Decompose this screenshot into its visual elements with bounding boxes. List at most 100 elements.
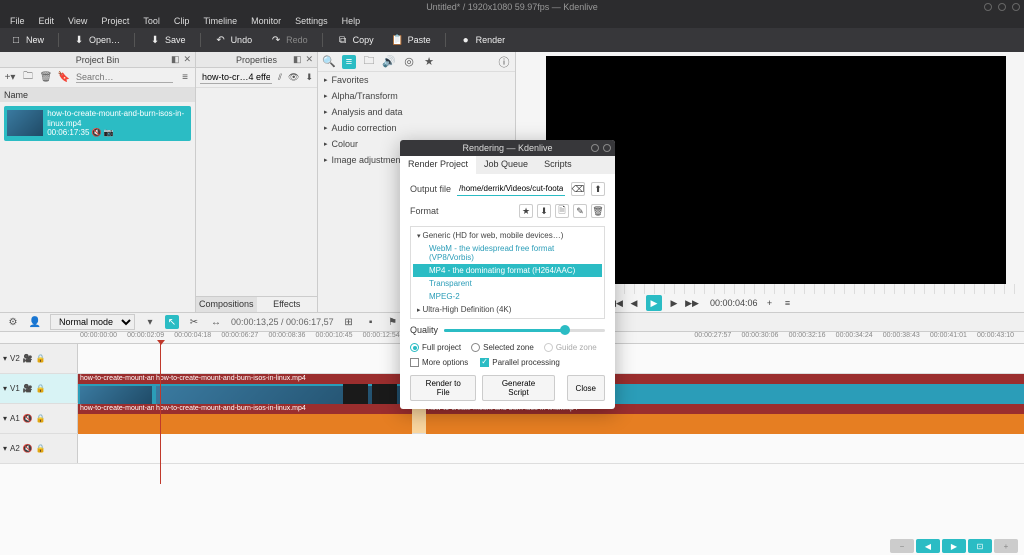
redo-button[interactable]: ↷Redo xyxy=(266,32,312,48)
timeline-audio-clip[interactable]: how-to-create-mount-and-burn-isos-in-lin… xyxy=(78,404,154,414)
format-item-transparent[interactable]: Transparent xyxy=(413,277,602,290)
track-collapse-icon[interactable]: ▾ xyxy=(3,384,7,393)
mute-icon[interactable]: 🔇 xyxy=(23,444,33,454)
maximize-icon[interactable] xyxy=(998,3,1006,11)
output-file-input[interactable] xyxy=(457,182,565,196)
tab-compositions[interactable]: Compositions xyxy=(196,296,257,312)
monitor-timecode[interactable]: 00:00:04:06 xyxy=(710,298,758,308)
delete-icon[interactable]: 🗑 xyxy=(40,72,52,84)
lock-icon[interactable]: 🔒 xyxy=(36,384,46,394)
star-icon[interactable]: ★ xyxy=(519,204,533,218)
tab-job-queue[interactable]: Job Queue xyxy=(476,156,536,174)
format-category[interactable]: Generic (HD for web, mobile devices…) xyxy=(413,229,602,242)
track-collapse-icon[interactable]: ▾ xyxy=(3,414,7,423)
backspace-icon[interactable]: ⌫ xyxy=(571,182,585,196)
audio-icon[interactable]: 🔊 xyxy=(382,55,396,69)
next-frame-icon[interactable]: ▶ xyxy=(668,297,680,309)
menu-view[interactable]: View xyxy=(68,16,87,26)
save-preset-icon[interactable]: 🗎 xyxy=(555,204,569,218)
playhead[interactable] xyxy=(160,344,161,484)
menu-icon[interactable]: ≡ xyxy=(179,72,191,84)
copy-button[interactable]: ⧉Copy xyxy=(333,32,378,48)
fit-icon[interactable]: ⊡ xyxy=(968,539,992,553)
chevron-down-icon[interactable]: ▾ xyxy=(143,315,157,329)
bin-search-input[interactable] xyxy=(76,72,173,83)
edit-mode-select[interactable]: Normal mode xyxy=(50,314,135,330)
format-item-mp4[interactable]: MP4 - the dominating format (H264/AAC) xyxy=(413,264,602,277)
track-collapse-icon[interactable]: ▾ xyxy=(3,354,7,363)
menu-project[interactable]: Project xyxy=(101,16,129,26)
star-icon[interactable]: ★ xyxy=(422,55,436,69)
flag-icon[interactable]: ⚑ xyxy=(386,315,400,329)
undo-button[interactable]: ↶Undo xyxy=(211,32,257,48)
menu-file[interactable]: File xyxy=(10,16,25,26)
save-fx-icon[interactable]: ⬇ xyxy=(305,72,313,83)
folder-icon[interactable]: 🗀 xyxy=(362,55,376,69)
fx-cat-audio[interactable]: Audio correction xyxy=(318,120,515,136)
check-parallel[interactable]: Parallel processing xyxy=(480,358,560,367)
tab-effects[interactable]: Effects xyxy=(257,296,318,312)
timeline-clip[interactable]: how-to-create-mount-and-burn-isos-in-lin… xyxy=(154,374,412,384)
search-icon[interactable]: 🔍 xyxy=(322,55,336,69)
zoom-in-icon[interactable]: + xyxy=(994,539,1018,553)
format-category-4k[interactable]: Ultra-High Definition (4K) xyxy=(413,303,602,316)
step-fwd-icon[interactable]: ▶ xyxy=(942,539,966,553)
radio-guide-zone[interactable]: Guide zone xyxy=(544,343,597,352)
user-icon[interactable]: 👤 xyxy=(28,315,42,329)
play-icon[interactable]: ▶ xyxy=(646,295,662,311)
close-button[interactable]: Close xyxy=(567,375,605,401)
timeline-clip-thumb[interactable] xyxy=(372,384,397,404)
menu-clip[interactable]: Clip xyxy=(174,16,190,26)
format-item-webm[interactable]: WebM - the widespread free format (VP8/V… xyxy=(413,242,602,264)
eye-icon[interactable]: 👁 xyxy=(288,72,299,83)
fx-cat-analysis[interactable]: Analysis and data xyxy=(318,104,515,120)
razor-tool-icon[interactable]: ✂ xyxy=(187,315,201,329)
mute-icon[interactable]: 🎥 xyxy=(23,354,33,364)
fx-cat-alpha[interactable]: Alpha/Transform xyxy=(318,88,515,104)
close-icon[interactable] xyxy=(1012,3,1020,11)
snap-icon[interactable]: ⊞ xyxy=(342,315,356,329)
timeline-audio-body[interactable] xyxy=(78,414,154,434)
effects-label-input[interactable] xyxy=(200,71,272,84)
selection-tool-icon[interactable]: ↖ xyxy=(165,315,179,329)
clip-item[interactable]: how-to-create-mount-and-burn-isos-in-lin… xyxy=(4,106,191,141)
track-a2-body[interactable] xyxy=(78,434,1024,463)
info-icon[interactable]: ⓘ xyxy=(497,55,511,69)
column-name-header[interactable]: Name xyxy=(0,88,195,102)
plus-icon[interactable]: + xyxy=(764,297,776,309)
minimize-icon[interactable] xyxy=(984,3,992,11)
custom-icon[interactable]: ◎ xyxy=(402,55,416,69)
list-icon[interactable]: ≡ xyxy=(342,55,356,69)
timeline-audio-body[interactable] xyxy=(426,414,1024,434)
menu-tool[interactable]: Tool xyxy=(143,16,160,26)
fx-cat-favorites[interactable]: Favorites xyxy=(318,72,515,88)
close-panel-icon[interactable]: ✕ xyxy=(305,54,313,65)
upload-icon[interactable]: ⬆ xyxy=(591,182,605,196)
menu-timeline[interactable]: Timeline xyxy=(203,16,237,26)
menu-settings[interactable]: Settings xyxy=(295,16,328,26)
timeline-audio-clip[interactable]: how-to-create-mount-and-burn-isos-in-lin… xyxy=(154,404,412,414)
render-to-file-button[interactable]: Render to File xyxy=(410,375,476,401)
menu-icon[interactable]: ≡ xyxy=(782,297,794,309)
rollup-icon[interactable] xyxy=(591,144,599,152)
save-button[interactable]: ⬇Save xyxy=(145,32,190,48)
add-clip-icon[interactable]: +▾ xyxy=(4,72,16,84)
undock-icon[interactable]: ◧ xyxy=(171,54,180,65)
gear-icon[interactable]: ⚙ xyxy=(6,315,20,329)
edit-icon[interactable]: ✎ xyxy=(573,204,587,218)
folder-icon[interactable]: 🗀 xyxy=(22,72,34,84)
prev-frame-icon[interactable]: ◀ xyxy=(628,297,640,309)
lock-icon[interactable]: 🔒 xyxy=(36,414,46,424)
timeline-clip-thumb[interactable] xyxy=(343,384,368,404)
menu-help[interactable]: Help xyxy=(342,16,361,26)
tab-render-project[interactable]: Render Project xyxy=(400,156,476,174)
format-tree[interactable]: Generic (HD for web, mobile devices…) We… xyxy=(410,226,605,319)
generate-script-button[interactable]: Generate Script xyxy=(482,375,554,401)
open-button[interactable]: ⬇Open… xyxy=(69,32,124,48)
tag-icon[interactable]: 🔖 xyxy=(58,72,70,84)
menu-edit[interactable]: Edit xyxy=(39,16,55,26)
marker-icon[interactable]: ▪ xyxy=(364,315,378,329)
radio-full-project[interactable]: Full project xyxy=(410,343,461,352)
track-collapse-icon[interactable]: ▾ xyxy=(3,444,7,453)
mute-icon[interactable]: 🔇 xyxy=(23,414,33,424)
